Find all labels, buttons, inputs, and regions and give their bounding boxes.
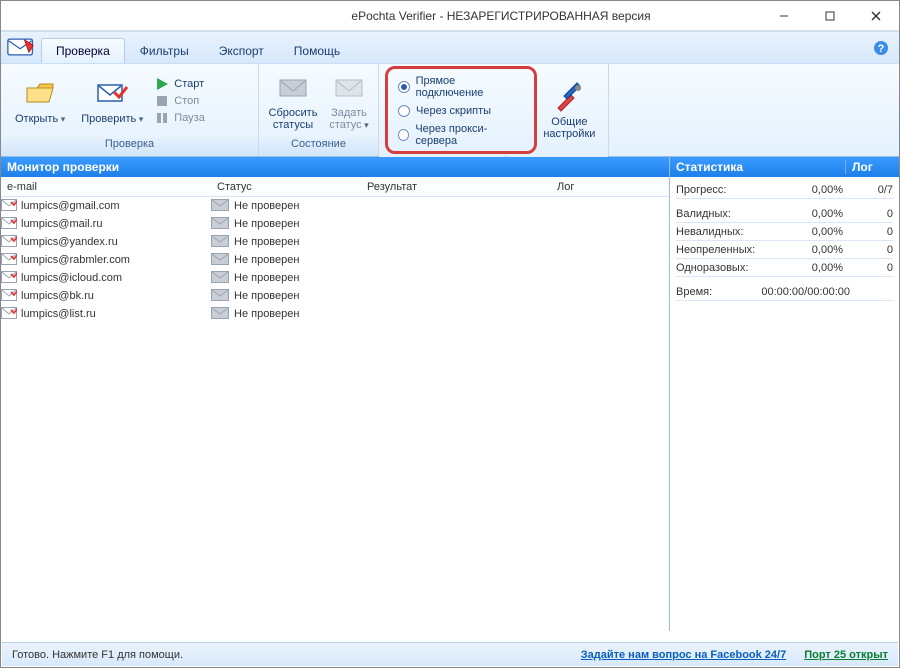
tab-check[interactable]: Проверка — [41, 38, 125, 63]
envelope-icon — [1, 307, 17, 322]
pause-icon — [155, 111, 169, 125]
stop-icon — [155, 94, 169, 108]
col-status[interactable]: Статус — [211, 181, 361, 193]
port-link[interactable]: Порт 25 открыт — [804, 649, 888, 661]
stat-undef: Неопреленных:0,00%0 — [676, 241, 893, 259]
stat-valid: Валидных:0,00%0 — [676, 205, 893, 223]
group-label-check: Проверка — [1, 138, 258, 156]
tab-filters[interactable]: Фильтры — [125, 38, 204, 63]
app-icon — [7, 35, 35, 59]
statusbar: Готово. Нажмите F1 для помощи. Задайте н… — [2, 642, 898, 666]
radio-direct[interactable]: Прямое подключение — [398, 75, 522, 99]
radio-proxy[interactable]: Через прокси-сервера — [398, 123, 522, 147]
help-icon[interactable]: ? — [873, 40, 889, 56]
email-cell: lumpics@list.ru — [21, 308, 96, 320]
stats-pane: Статистика Лог Прогресс:0,00%0/7 Валидны… — [670, 157, 899, 631]
status-cell: Не проверен — [234, 218, 299, 230]
reset-statuses-button[interactable]: Сброситьстатусы — [265, 70, 321, 133]
col-email[interactable]: e-mail — [1, 181, 211, 193]
monitor-pane: Монитор проверки e-mail Статус Результат… — [1, 157, 670, 631]
table-row[interactable]: lumpics@list.ru Не проверен — [1, 305, 669, 323]
tab-export[interactable]: Экспорт — [204, 38, 279, 63]
facebook-link[interactable]: Задайте нам вопрос на Facebook 24/7 — [581, 649, 786, 661]
stat-progress: Прогресс:0,00%0/7 — [676, 181, 893, 199]
titlebar: ePochta Verifier - НЕЗАРЕГИСТРИРОВАННАЯ … — [1, 1, 899, 31]
open-button[interactable]: Открыть — [7, 76, 73, 127]
table-row[interactable]: lumpics@icloud.com Не проверен — [1, 269, 669, 287]
group-label-state: Состояние — [259, 138, 378, 156]
minimize-button[interactable] — [761, 1, 807, 31]
stop-button[interactable]: Стоп — [155, 94, 205, 108]
radio-icon — [398, 129, 409, 141]
tools-icon — [553, 81, 585, 113]
envelope-icon — [1, 235, 17, 250]
email-cell: lumpics@mail.ru — [21, 218, 102, 230]
svg-text:?: ? — [878, 43, 885, 55]
connection-radio-group: Прямое подключение Через скрипты Через п… — [390, 71, 532, 149]
radio-icon — [398, 81, 410, 93]
email-cell: lumpics@gmail.com — [21, 200, 120, 212]
envelope-icon — [1, 289, 17, 304]
envelope-grey-icon — [211, 271, 229, 286]
envelope-grey-icon — [211, 253, 229, 268]
email-cell: lumpics@icloud.com — [21, 272, 122, 284]
stats-header: Статистика Лог — [670, 157, 899, 177]
radio-scripts[interactable]: Через скрипты — [398, 105, 522, 117]
monitor-header: Монитор проверки — [1, 157, 669, 177]
envelope-grey-icon — [277, 72, 309, 104]
table-row[interactable]: lumpics@mail.ru Не проверен — [1, 215, 669, 233]
ribbon: Открыть Проверить Старт Стоп — [1, 63, 899, 157]
radio-icon — [398, 105, 410, 117]
status-cell: Не проверен — [234, 254, 299, 266]
status-cell: Не проверен — [234, 200, 299, 212]
monitor-columns: e-mail Статус Результат Лог — [1, 177, 669, 197]
email-cell: lumpics@rabmler.com — [21, 254, 130, 266]
folder-open-icon — [24, 78, 56, 110]
window-title: ePochta Verifier - НЕЗАРЕГИСТРИРОВАННАЯ … — [241, 9, 761, 23]
envelope-icon — [1, 199, 17, 214]
col-log[interactable]: Лог — [551, 181, 669, 193]
envelope-grey-icon — [333, 72, 365, 104]
envelope-icon — [1, 217, 17, 232]
start-button[interactable]: Старт — [155, 77, 205, 91]
stat-once: Одноразовых:0,00%0 — [676, 259, 893, 277]
maximize-button[interactable] — [807, 1, 853, 31]
table-row[interactable]: lumpics@gmail.com Не проверен — [1, 197, 669, 215]
stat-time: Время:00:00:00/00:00:00 — [676, 283, 893, 301]
verify-button[interactable]: Проверить — [73, 76, 151, 127]
table-row[interactable]: lumpics@yandex.ru Не проверен — [1, 233, 669, 251]
email-cell: lumpics@yandex.ru — [21, 236, 118, 248]
envelope-grey-icon — [211, 289, 229, 304]
content-area: Монитор проверки e-mail Статус Результат… — [1, 157, 899, 631]
envelope-grey-icon — [211, 217, 229, 232]
status-cell: Не проверен — [234, 290, 299, 302]
envelope-grey-icon — [211, 307, 229, 322]
play-icon — [155, 77, 169, 91]
envelope-icon — [1, 271, 17, 286]
app-window: ePochta Verifier - НЕЗАРЕГИСТРИРОВАННАЯ … — [0, 0, 900, 668]
envelope-grey-icon — [211, 199, 229, 214]
envelope-icon — [1, 253, 17, 268]
connection-radio-group-highlight: Прямое подключение Через скрипты Через п… — [385, 66, 537, 154]
col-result[interactable]: Результат — [361, 181, 551, 193]
status-message: Готово. Нажмите F1 для помощи. — [12, 649, 563, 661]
monitor-rows: lumpics@gmail.comНе проверенlumpics@mail… — [1, 197, 669, 631]
tab-help[interactable]: Помощь — [279, 38, 355, 63]
pause-button[interactable]: Пауза — [155, 111, 205, 125]
envelope-grey-icon — [211, 235, 229, 250]
status-cell: Не проверен — [234, 308, 299, 320]
ribbon-tabs: Проверка Фильтры Экспорт Помощь ? — [1, 31, 899, 63]
close-button[interactable] — [853, 1, 899, 31]
table-row[interactable]: lumpics@rabmler.com Не проверен — [1, 251, 669, 269]
stat-invalid: Невалидных:0,00%0 — [676, 223, 893, 241]
status-cell: Не проверен — [234, 236, 299, 248]
email-cell: lumpics@bk.ru — [21, 290, 94, 302]
status-cell: Не проверен — [234, 272, 299, 284]
table-row[interactable]: lumpics@bk.ru Не проверен — [1, 287, 669, 305]
envelope-check-icon — [96, 78, 128, 110]
general-settings-button[interactable]: Общиенастройки — [537, 79, 602, 142]
set-status-button[interactable]: Задатьстатус — [321, 70, 377, 133]
